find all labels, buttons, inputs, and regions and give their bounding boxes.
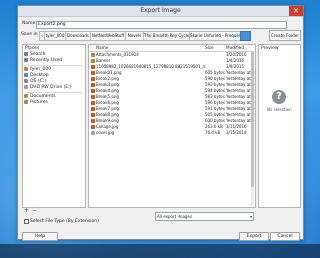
drive-icon	[24, 79, 28, 83]
folder-icon	[91, 59, 95, 63]
image-file-icon	[91, 65, 95, 69]
file-type-filter[interactable]: All export images ▾	[155, 212, 254, 221]
help-button[interactable]: Help	[22, 232, 58, 241]
question-icon: ?	[272, 90, 286, 104]
image-file-icon	[91, 95, 95, 99]
scrollbar-thumb[interactable]	[251, 52, 254, 187]
title-bar[interactable]: Export Image ✕	[18, 6, 303, 17]
image-file-icon	[91, 113, 95, 117]
window-title: Export Image	[140, 7, 181, 14]
places-divider	[26, 92, 82, 93]
taskbar	[0, 244, 320, 258]
close-button[interactable]: ✕	[289, 6, 303, 16]
desktop-icon	[24, 73, 28, 77]
image-file-icon	[91, 83, 95, 87]
breadcrumb-netnetwebstuff[interactable]: NetNetWebStuff	[90, 31, 126, 41]
cancel-button[interactable]: Cancel	[270, 232, 300, 241]
breadcrumb-skarie-unfurled[interactable]: Skarie Unfurled - Prequel	[189, 31, 241, 41]
image-file-icon	[91, 101, 95, 105]
breadcrumb-current[interactable]	[240, 31, 251, 41]
preview-header: Preview	[261, 46, 279, 51]
folder-icon	[24, 100, 28, 104]
image-file-icon	[91, 125, 95, 129]
file-list-scrollbar[interactable]	[251, 52, 254, 206]
place-dvd[interactable]: DVD RW Drive (E:)	[24, 85, 84, 91]
breadcrumb-downloads[interactable]: Downloads	[65, 31, 91, 41]
image-file-icon	[91, 77, 95, 81]
file-list-header: Name Size Modified	[89, 45, 255, 52]
name-input[interactable]: Export2.png	[36, 21, 287, 29]
image-file-icon	[91, 89, 95, 93]
breadcrumb-novels[interactable]: Novels	[125, 31, 144, 41]
table-row[interactable]: cover.jpg 76.4 kB 3/15/2014	[89, 130, 255, 136]
place-pictures[interactable]: Pictures	[24, 100, 84, 106]
image-file-icon	[91, 71, 95, 75]
disc-icon	[24, 85, 28, 89]
home-folder-icon	[24, 67, 28, 71]
places-divider	[26, 65, 82, 66]
breadcrumb-tyler[interactable]: tyler_000	[44, 31, 66, 41]
search-icon	[24, 52, 28, 56]
folder-icon	[24, 94, 28, 98]
create-folder-button[interactable]: Create Folder	[269, 30, 301, 41]
clock-icon	[24, 58, 28, 62]
chevron-down-icon: ▾	[249, 214, 252, 219]
export-image-dialog: Export Image ✕ Name: Export2.png Save in…	[17, 5, 304, 241]
folder-icon	[91, 53, 95, 57]
remove-bookmark-button[interactable]: −	[32, 207, 37, 214]
preview-pane: Preview ? No selection	[258, 44, 301, 208]
document-file-icon	[91, 131, 95, 135]
image-file-icon	[91, 107, 95, 111]
select-file-type-toggle[interactable]	[24, 219, 29, 224]
file-list: Name Size Modified Attachments_031914 3/2…	[88, 44, 256, 208]
add-bookmark-button[interactable]: +	[24, 207, 29, 214]
places-pane: Places Search Recently Used tyler_000 De…	[22, 44, 86, 208]
image-file-icon	[91, 119, 95, 123]
column-name[interactable]: Name	[96, 45, 108, 51]
select-file-type-label: Select File Type (By Extension)	[30, 219, 99, 224]
column-modified[interactable]: Modified	[226, 45, 244, 51]
preview-empty-text: No selection	[267, 107, 292, 112]
places-header: Places	[25, 46, 40, 51]
name-label: Name:	[22, 21, 37, 26]
breadcrumb-breadth-key-cycle[interactable]: The Breadth Key Cycle	[143, 31, 190, 41]
column-size[interactable]: Size	[205, 45, 214, 51]
close-icon: ✕	[293, 7, 299, 15]
place-recently-used[interactable]: Recently Used	[24, 58, 84, 64]
export-button[interactable]: Export	[239, 232, 269, 241]
